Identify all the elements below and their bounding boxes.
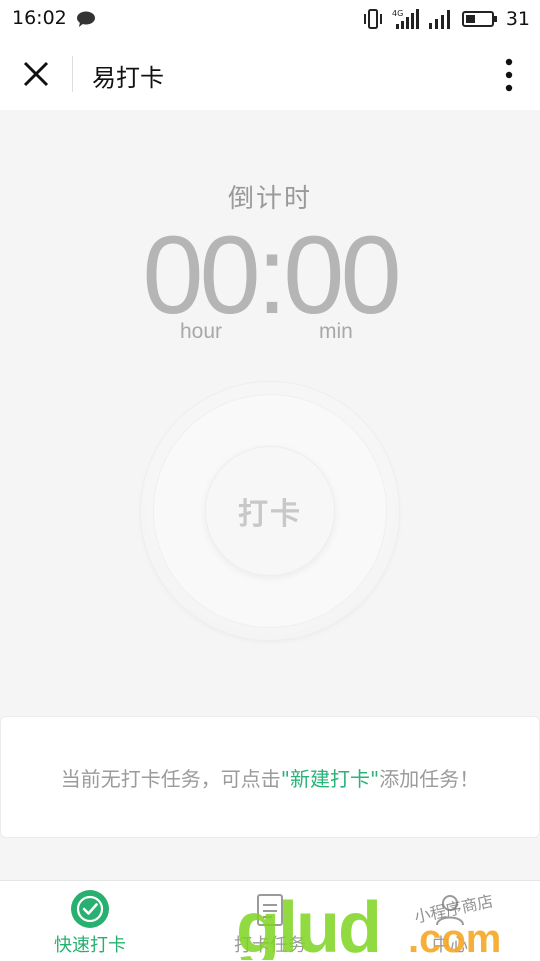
user-icon xyxy=(436,895,464,926)
tab-center[interactable]: 中心 xyxy=(360,881,540,961)
tab-punch-tasks[interactable]: 打卡任务 xyxy=(180,881,360,961)
tab-punch-tasks-label: 打卡任务 xyxy=(234,935,306,956)
check-circle-icon xyxy=(71,890,109,928)
status-time: 16:02 xyxy=(12,7,67,29)
battery-level: 31 xyxy=(505,8,530,30)
tab-quick-punch-label: 快速打卡 xyxy=(54,935,126,956)
main-content: 倒计时 00:00 hour min 打卡 当前无打卡任务，可点击 "新建打卡" 添… xyxy=(0,110,540,880)
signal-4g-icon: 4G xyxy=(392,9,419,29)
vibrate-icon xyxy=(363,9,382,29)
signal-icon xyxy=(428,10,450,29)
punch-dial: 打卡 xyxy=(141,382,399,640)
notice-suffix: 添加任务！ xyxy=(379,766,480,791)
new-punch-link[interactable]: "新建打卡" xyxy=(281,763,379,792)
bottom-tab-bar: 快速打卡 打卡任务 中心 xyxy=(0,880,540,961)
nav-divider xyxy=(72,56,73,92)
nav-bar: 易打卡 xyxy=(0,38,540,110)
chat-bubble-icon xyxy=(77,11,95,27)
countdown-label: 倒计时 xyxy=(227,184,312,214)
page-title: 易打卡 xyxy=(92,64,164,92)
svg-text:4G: 4G xyxy=(392,9,403,18)
punch-button[interactable]: 打卡 xyxy=(205,446,335,576)
status-bar: 16:02 4G 31 xyxy=(0,0,540,38)
task-list-icon xyxy=(257,894,283,926)
tab-quick-punch[interactable]: 快速打卡 xyxy=(0,881,180,961)
tab-center-label: 中心 xyxy=(432,935,468,956)
status-icons: 4G 31 xyxy=(362,7,530,31)
more-vertical-icon[interactable] xyxy=(504,58,514,92)
notice-prefix: 当前无打卡任务，可点击 xyxy=(60,766,281,791)
close-icon[interactable] xyxy=(22,60,50,88)
punch-button-label: 打卡 xyxy=(238,497,302,532)
min-unit-label: min xyxy=(319,320,353,343)
countdown-timer: 00:00 xyxy=(142,214,401,337)
empty-task-notice: 当前无打卡任务，可点击 "新建打卡" 添加任务！ xyxy=(0,716,540,838)
battery-icon xyxy=(461,11,497,27)
hour-unit-label: hour xyxy=(180,320,223,343)
